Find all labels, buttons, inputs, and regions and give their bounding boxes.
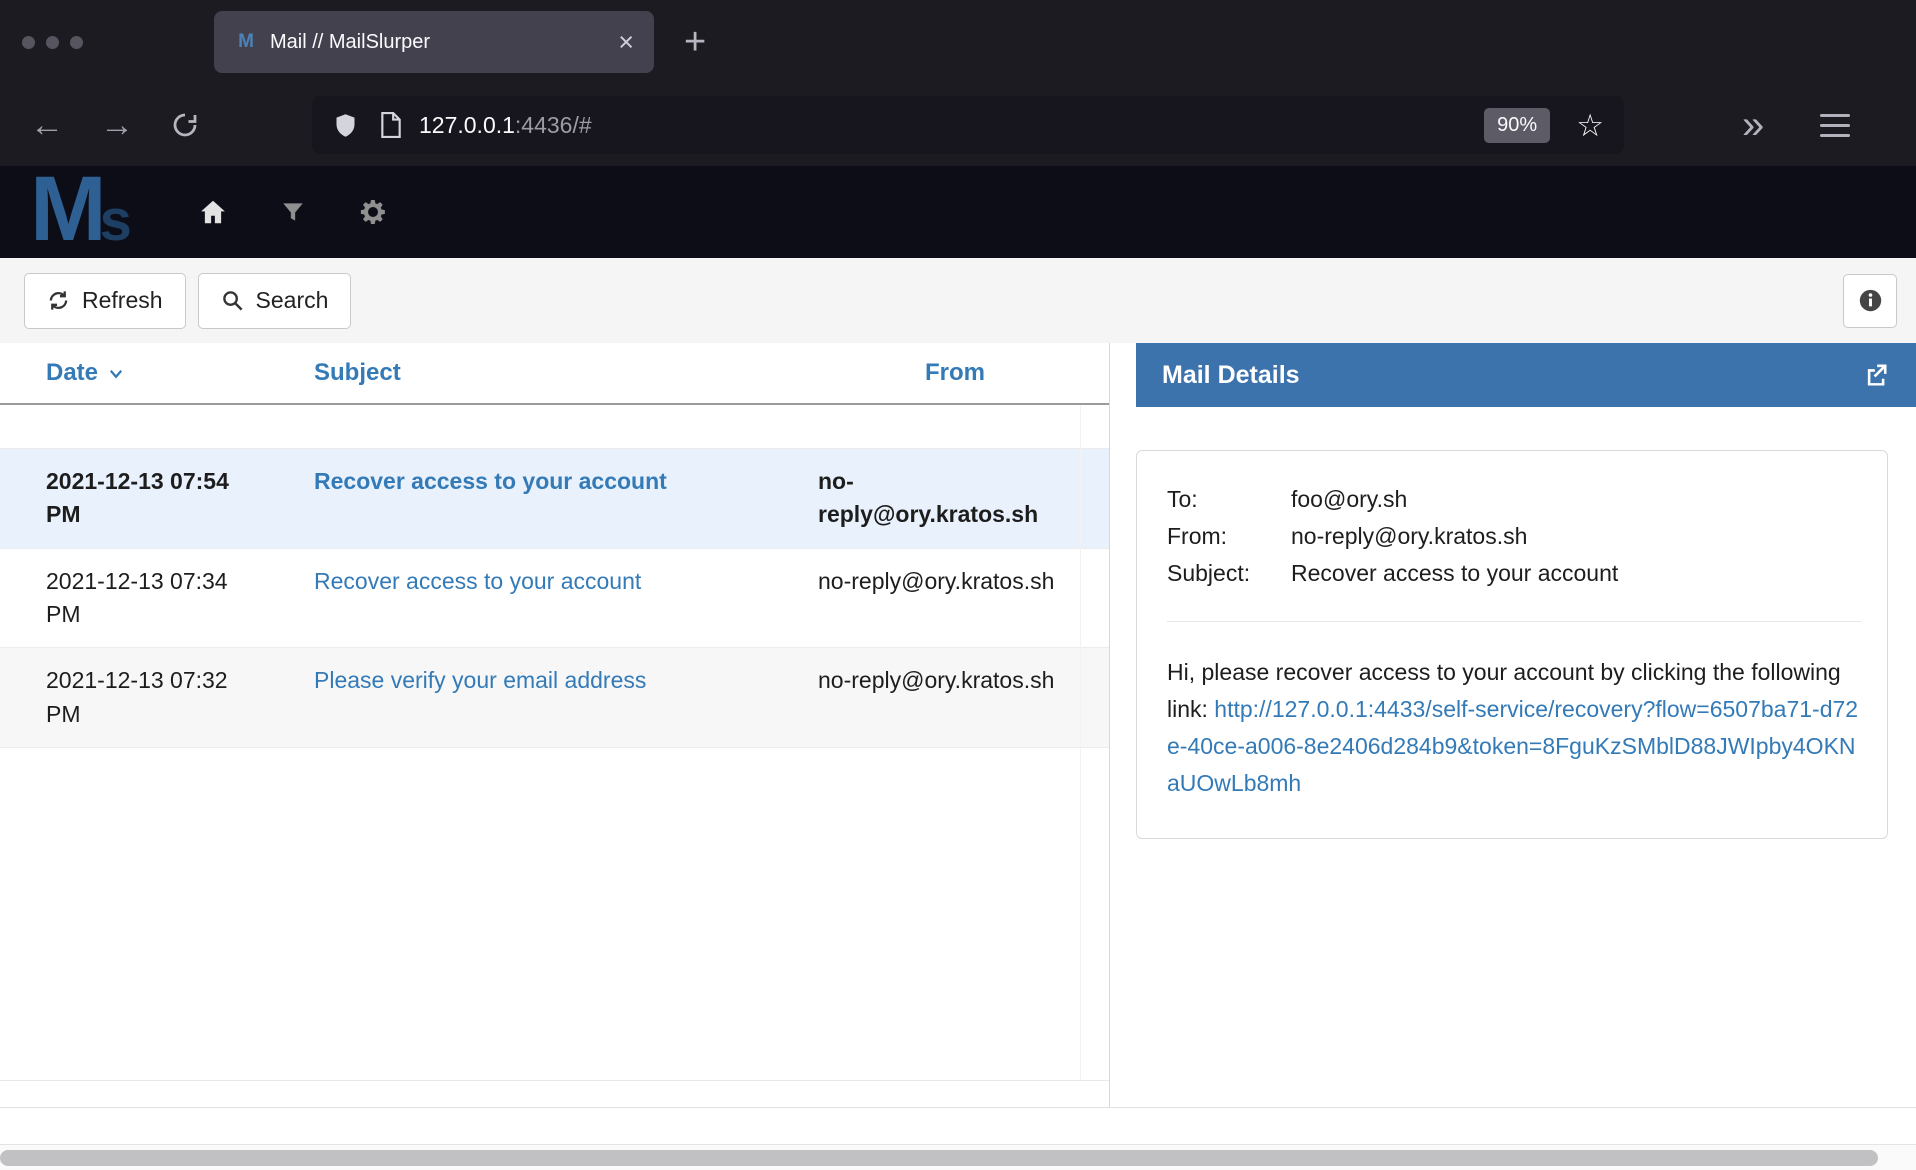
- mail-date: 2021-12-13 07:32 PM: [0, 664, 300, 731]
- field-from-label: From:: [1167, 518, 1291, 555]
- filter-icon[interactable]: [280, 199, 306, 225]
- mailslurper-favicon-icon: M: [234, 30, 258, 54]
- bookmark-star-icon[interactable]: ☆: [1576, 110, 1604, 141]
- mail-details-card: To: foo@ory.sh From: no-reply@ory.kratos…: [1136, 450, 1888, 839]
- mail-from: no-reply@ory.kratos.sh: [800, 664, 1110, 731]
- sort-desc-icon: [107, 364, 125, 382]
- field-from: From: no-reply@ory.kratos.sh: [1167, 518, 1861, 555]
- gear-icon[interactable]: [358, 197, 388, 227]
- search-button[interactable]: Search: [198, 273, 352, 329]
- mail-details-header: Mail Details: [1136, 343, 1916, 407]
- mail-subject-link[interactable]: Recover access to your account: [300, 465, 800, 532]
- refresh-button-label: Refresh: [82, 287, 163, 314]
- column-header-date-label: Date: [46, 359, 98, 387]
- forward-icon[interactable]: →: [100, 108, 134, 142]
- mail-from: no-reply@ory.kratos.sh: [800, 465, 1110, 532]
- toolbar-overflow-icon[interactable]: »: [1742, 105, 1764, 145]
- window-maximize-button[interactable]: [70, 36, 83, 49]
- back-icon[interactable]: ←: [30, 108, 64, 142]
- shield-icon[interactable]: [332, 112, 359, 139]
- new-tab-button[interactable]: +: [684, 23, 706, 61]
- mail-subject-link[interactable]: Please verify your email address: [300, 664, 800, 731]
- app-header: M s: [0, 166, 1916, 258]
- card-divider: [1167, 621, 1861, 622]
- mail-subject-link[interactable]: Recover access to your account: [300, 565, 800, 632]
- column-header-subject: Subject: [300, 359, 800, 387]
- refresh-button[interactable]: Refresh: [24, 273, 186, 329]
- reload-icon[interactable]: [170, 110, 200, 140]
- tab-mailslurper[interactable]: M Mail // MailSlurper ×: [214, 11, 654, 73]
- field-subject-value: Recover access to your account: [1291, 555, 1618, 592]
- window-controls: [22, 36, 83, 49]
- field-to-value: foo@ory.sh: [1291, 481, 1407, 518]
- mail-from: no-reply@ory.kratos.sh: [800, 565, 1110, 632]
- url-text: 127.0.0.1:4436/#: [419, 112, 592, 139]
- field-subject: Subject: Recover access to your account: [1167, 555, 1861, 592]
- info-icon: [1857, 287, 1884, 314]
- recovery-link[interactable]: http://127.0.0.1:4433/self-service/recov…: [1167, 696, 1858, 796]
- field-subject-label: Subject:: [1167, 555, 1291, 592]
- logo-letter-s: s: [100, 187, 132, 254]
- browser-window: M Mail // MailSlurper × + ← →: [0, 0, 1916, 1170]
- mail-details-title: Mail Details: [1162, 361, 1862, 390]
- url-bar[interactable]: 127.0.0.1:4436/# 90% ☆: [312, 96, 1624, 154]
- field-to: To: foo@ory.sh: [1167, 481, 1861, 518]
- window-close-button[interactable]: [22, 36, 35, 49]
- main-content: Date Subject From 2021-12-13 07:54 PM Re…: [0, 343, 1916, 1108]
- browser-nav-bar: ← → 127.0.0.1:4436/# 90% ☆: [0, 84, 1916, 166]
- mail-details-pane: Mail Details To: foo@ory.sh From: no-rep…: [1110, 343, 1916, 1107]
- mail-row[interactable]: 2021-12-13 07:54 PM Recover access to yo…: [0, 448, 1109, 549]
- mail-date: 2021-12-13 07:54 PM: [0, 465, 300, 532]
- app-toolbar: Refresh Search: [0, 258, 1916, 343]
- search-icon: [221, 289, 244, 312]
- column-header-date[interactable]: Date: [0, 359, 300, 387]
- mail-body: Hi, please recover access to your accoun…: [1167, 654, 1861, 801]
- browser-tab-bar: M Mail // MailSlurper × +: [0, 0, 1916, 84]
- refresh-icon: [47, 289, 70, 312]
- field-from-value: no-reply@ory.kratos.sh: [1291, 518, 1527, 555]
- search-button-label: Search: [256, 287, 329, 314]
- mail-date: 2021-12-13 07:34 PM: [0, 565, 300, 632]
- logo-letter-m: M: [30, 170, 102, 248]
- info-button[interactable]: [1843, 274, 1897, 328]
- mail-row[interactable]: 2021-12-13 07:34 PM Recover access to yo…: [0, 549, 1109, 649]
- horizontal-scrollbar-track[interactable]: [0, 1144, 1916, 1170]
- window-minimize-button[interactable]: [46, 36, 59, 49]
- field-to-label: To:: [1167, 481, 1291, 518]
- url-host: 127.0.0.1: [419, 112, 515, 138]
- tab-title: Mail // MailSlurper: [270, 31, 618, 54]
- column-header-from: From: [800, 359, 1110, 387]
- horizontal-scrollbar-thumb[interactable]: [0, 1150, 1878, 1166]
- mail-list-pane: Date Subject From 2021-12-13 07:54 PM Re…: [0, 343, 1110, 1107]
- tab-close-icon[interactable]: ×: [618, 29, 634, 56]
- page-info-icon[interactable]: [379, 112, 403, 138]
- home-icon[interactable]: [198, 197, 228, 227]
- url-path: :4436/#: [515, 112, 592, 138]
- zoom-level-badge[interactable]: 90%: [1484, 108, 1550, 143]
- mail-row[interactable]: 2021-12-13 07:32 PM Please verify your e…: [0, 648, 1109, 748]
- mail-list-header: Date Subject From: [0, 343, 1109, 405]
- mailslurper-logo: M s: [30, 170, 132, 254]
- mail-rows: 2021-12-13 07:54 PM Recover access to yo…: [0, 448, 1109, 748]
- menu-hamburger-icon[interactable]: [1820, 114, 1850, 137]
- open-in-new-window-icon[interactable]: [1862, 361, 1890, 389]
